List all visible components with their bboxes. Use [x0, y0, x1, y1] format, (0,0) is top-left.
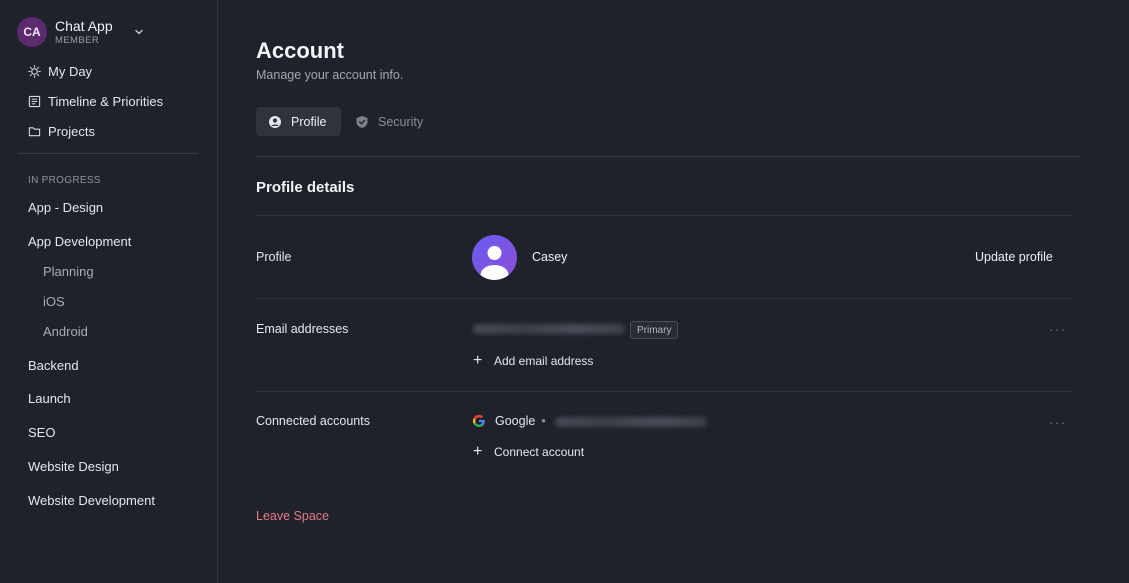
nav-label: Projects — [48, 123, 95, 139]
plus-icon: + — [473, 443, 483, 460]
shield-icon — [356, 115, 368, 128]
google-icon — [472, 414, 485, 427]
google-account: Google • — [472, 414, 546, 428]
header-divider — [256, 156, 1080, 157]
workspace-avatar: CA — [17, 17, 47, 47]
project-item[interactable]: SEO — [28, 425, 55, 440]
nav-label: Timeline & Priorities — [48, 93, 164, 109]
section-title: Profile details — [256, 179, 355, 196]
page-subtitle: Manage your account info. — [256, 68, 404, 82]
plus-icon: + — [473, 352, 483, 369]
page-title: Account — [256, 38, 344, 63]
update-profile-button[interactable]: Update profile — [975, 250, 1053, 264]
connect-account-label: Connect account — [494, 445, 585, 459]
tab-label: Security — [378, 114, 424, 129]
row-divider — [256, 298, 1072, 299]
tab-security[interactable]: Security — [355, 107, 423, 136]
leave-space-button[interactable]: Leave Space — [256, 509, 329, 523]
project-item[interactable]: Website Design — [28, 459, 119, 474]
timeline-icon — [28, 95, 41, 107]
tab-profile[interactable]: Profile — [256, 107, 341, 136]
project-item[interactable]: App Development — [28, 234, 131, 249]
connected-row-label: Connected accounts — [256, 414, 370, 428]
nav-my-day[interactable]: My Day — [28, 61, 92, 81]
section-label: IN PROGRESS — [28, 175, 101, 186]
connect-account-button[interactable]: + Connect account — [473, 443, 585, 460]
profile-row-label: Profile — [256, 250, 292, 264]
project-item[interactable]: Launch — [28, 391, 71, 406]
avatar — [472, 235, 517, 280]
email-row-label: Email addresses — [256, 322, 349, 336]
project-item[interactable]: App - Design — [28, 200, 103, 215]
project-item[interactable]: Website Development — [28, 493, 155, 508]
redacted-google-email — [555, 417, 707, 427]
folder-icon — [28, 126, 41, 136]
user-circle-icon — [269, 115, 281, 128]
workspace-role: MEMBER — [55, 34, 100, 46]
add-email-label: Add email address — [494, 354, 594, 368]
row-divider — [256, 391, 1072, 392]
nav-projects[interactable]: Projects — [28, 121, 95, 141]
sidebar: CA Chat App MEMBER My Day Timeline & Pri… — [0, 0, 218, 583]
workspace-name: Chat App — [55, 17, 113, 34]
provider-name: Google — [495, 414, 536, 428]
chevron-down-icon[interactable] — [133, 26, 145, 38]
add-email-button[interactable]: + Add email address — [473, 352, 594, 369]
primary-badge: Primary — [630, 321, 679, 339]
project-item[interactable]: Backend — [28, 358, 79, 373]
sun-icon — [28, 64, 41, 78]
subproject-item[interactable]: Android — [43, 324, 88, 339]
nav-label: My Day — [48, 63, 93, 79]
redacted-email — [473, 324, 625, 334]
subproject-item[interactable]: iOS — [43, 294, 65, 309]
tab-label: Profile — [291, 114, 327, 129]
email-more-button[interactable]: ··· — [1049, 322, 1065, 336]
separator-dot: • — [541, 414, 546, 428]
nav-timeline[interactable]: Timeline & Priorities — [28, 91, 163, 111]
connected-more-button[interactable]: ··· — [1049, 415, 1065, 429]
user-avatar-icon — [480, 246, 509, 280]
subproject-item[interactable]: Planning — [43, 264, 94, 279]
sidebar-divider — [18, 153, 198, 154]
row-divider — [256, 215, 1072, 216]
workspace-switcher[interactable]: CA Chat App MEMBER — [17, 17, 197, 47]
profile-name: Casey — [532, 250, 568, 264]
